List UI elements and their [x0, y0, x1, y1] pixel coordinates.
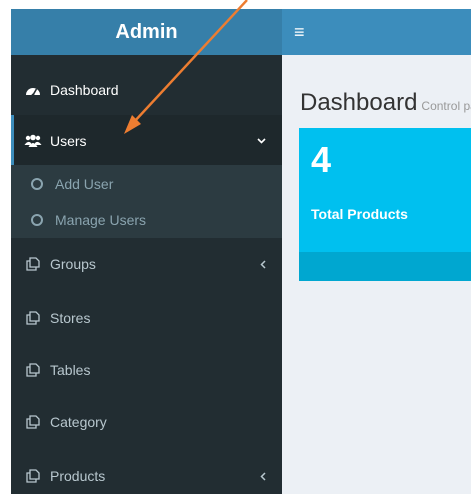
files-icon	[24, 396, 42, 448]
page-title: DashboardControl panel	[300, 89, 471, 117]
stat-value: 4	[311, 139, 332, 180]
sidebar-item-label: Users	[50, 133, 87, 149]
app-window: Admin Dashboard Users Add User Manage Us…	[11, 9, 471, 494]
users-icon	[24, 115, 42, 167]
chevron-left-icon[interactable]	[260, 450, 266, 494]
sidebar-item-label: Dashboard	[50, 82, 119, 98]
page-title-text: Dashboard	[300, 89, 418, 116]
app-logo[interactable]: Admin	[11, 9, 282, 55]
stat-box-total-products: 4 Total Products	[299, 128, 471, 281]
sidebar-item-label: Tables	[50, 362, 91, 378]
sidebar-item-category[interactable]: Category	[11, 396, 282, 448]
files-icon	[24, 238, 42, 290]
sidebar-item-products[interactable]: Products	[11, 450, 282, 494]
sidebar-item-label: Groups	[50, 256, 96, 272]
sidebar-item-stores[interactable]: Stores	[11, 292, 282, 344]
top-navbar: ≡	[282, 9, 471, 55]
sidebar-item-label: Category	[50, 414, 107, 430]
main-content: DashboardControl panel 4 Total Products	[282, 55, 471, 494]
files-icon	[24, 292, 42, 344]
hamburger-icon[interactable]: ≡	[294, 9, 305, 55]
dashboard-icon	[24, 64, 42, 116]
sidebar: Admin Dashboard Users Add User Manage Us…	[11, 9, 282, 494]
page-subtitle: Control panel	[421, 99, 471, 113]
submenu-item-manage-users[interactable]: Manage Users	[11, 202, 282, 238]
sidebar-item-dashboard[interactable]: Dashboard	[11, 64, 282, 116]
users-submenu: Add User Manage Users	[11, 165, 282, 238]
stat-box-footer[interactable]	[299, 252, 471, 281]
chevron-down-icon[interactable]	[257, 115, 266, 167]
circle-icon	[31, 214, 43, 226]
sidebar-item-groups[interactable]: Groups	[11, 238, 282, 290]
circle-icon	[31, 178, 43, 190]
sidebar-item-users[interactable]: Users	[11, 115, 282, 167]
submenu-item-add-user[interactable]: Add User	[11, 166, 282, 202]
submenu-item-label: Manage Users	[55, 212, 147, 228]
sidebar-item-label: Stores	[50, 310, 91, 326]
files-icon	[24, 344, 42, 396]
stat-label: Total Products	[311, 206, 408, 222]
sidebar-item-tables[interactable]: Tables	[11, 344, 282, 396]
files-icon	[24, 450, 42, 494]
sidebar-item-label: Products	[50, 468, 106, 484]
submenu-item-label: Add User	[55, 176, 114, 192]
chevron-left-icon[interactable]	[260, 238, 266, 290]
